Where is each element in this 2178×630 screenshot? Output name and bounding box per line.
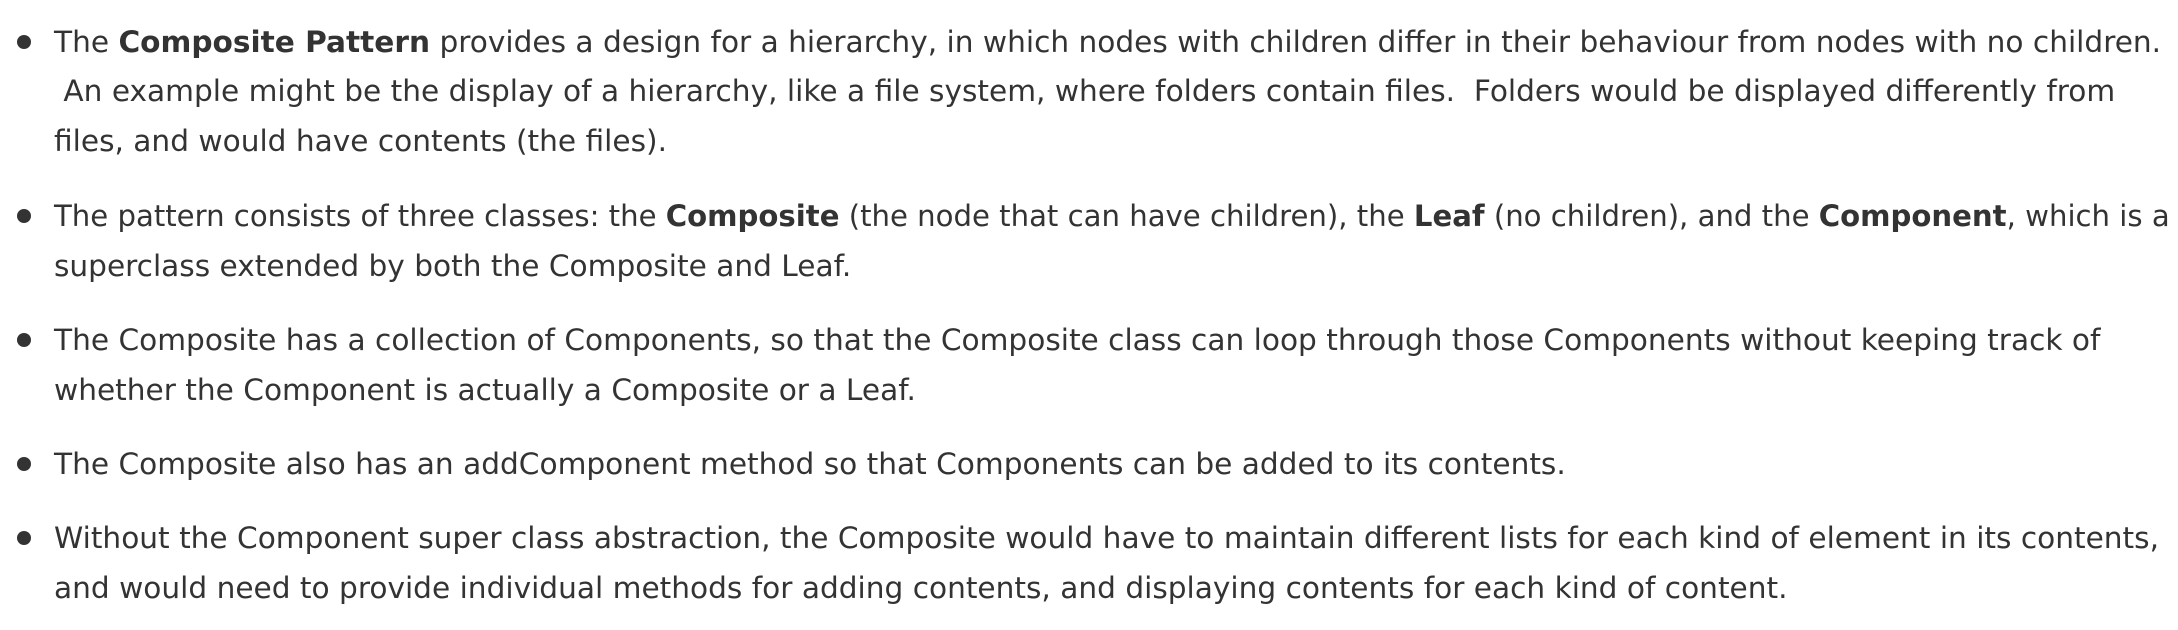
bold-term: Component [1818,199,2007,233]
document-body: The Composite Pattern provides a design … [0,0,2178,630]
text-segment: Without the Component super class abstra… [54,521,2159,555]
bullet-text-line: and would need to provide individual met… [54,568,1788,608]
text-segment: (no children), and the [1484,199,1819,233]
bold-term: Leaf [1413,199,1485,233]
bullet-text-line: The pattern consists of three classes: t… [54,196,2170,236]
bullet-dot-icon [17,209,31,223]
bullet-dot-icon [17,333,31,347]
text-segment: files, and would have contents (the file… [54,124,667,158]
text-segment: superclass extended by both the Composit… [54,249,852,283]
bullet-text-line: Without the Component super class abstra… [54,518,2159,558]
text-segment: , which is a [2006,199,2170,233]
bullet-text-line: The Composite also has an addComponent m… [54,444,1566,484]
text-segment: (the node that can have children), the [839,199,1414,233]
text-segment: The [54,25,119,59]
bullet-text-line: The Composite Pattern provides a design … [54,22,2161,62]
text-segment: provides a design for a hierarchy, in wh… [430,25,2162,59]
text-segment: and would need to provide individual met… [54,571,1788,605]
bold-term: Composite Pattern [118,25,431,59]
bold-term: Composite [665,199,840,233]
text-segment: The Composite has a collection of Compon… [54,323,2101,357]
bullet-dot-icon [17,35,31,49]
text-segment: whether the Component is actually a Comp… [54,373,916,407]
bullet-text-line: The Composite has a collection of Compon… [54,320,2100,360]
text-segment: The Composite also has an addComponent m… [54,447,1566,481]
bullet-dot-icon [17,457,31,471]
bullet-text-line: An example might be the display of a hie… [54,71,2115,111]
text-segment: An example might be the display of a hie… [54,74,2116,108]
bullet-dot-icon [17,531,31,545]
bullet-text-line: superclass extended by both the Composit… [54,246,851,286]
text-segment: The pattern consists of three classes: t… [54,199,666,233]
bullet-text-line: files, and would have contents (the file… [54,121,667,161]
bullet-text-line: whether the Component is actually a Comp… [54,370,916,410]
